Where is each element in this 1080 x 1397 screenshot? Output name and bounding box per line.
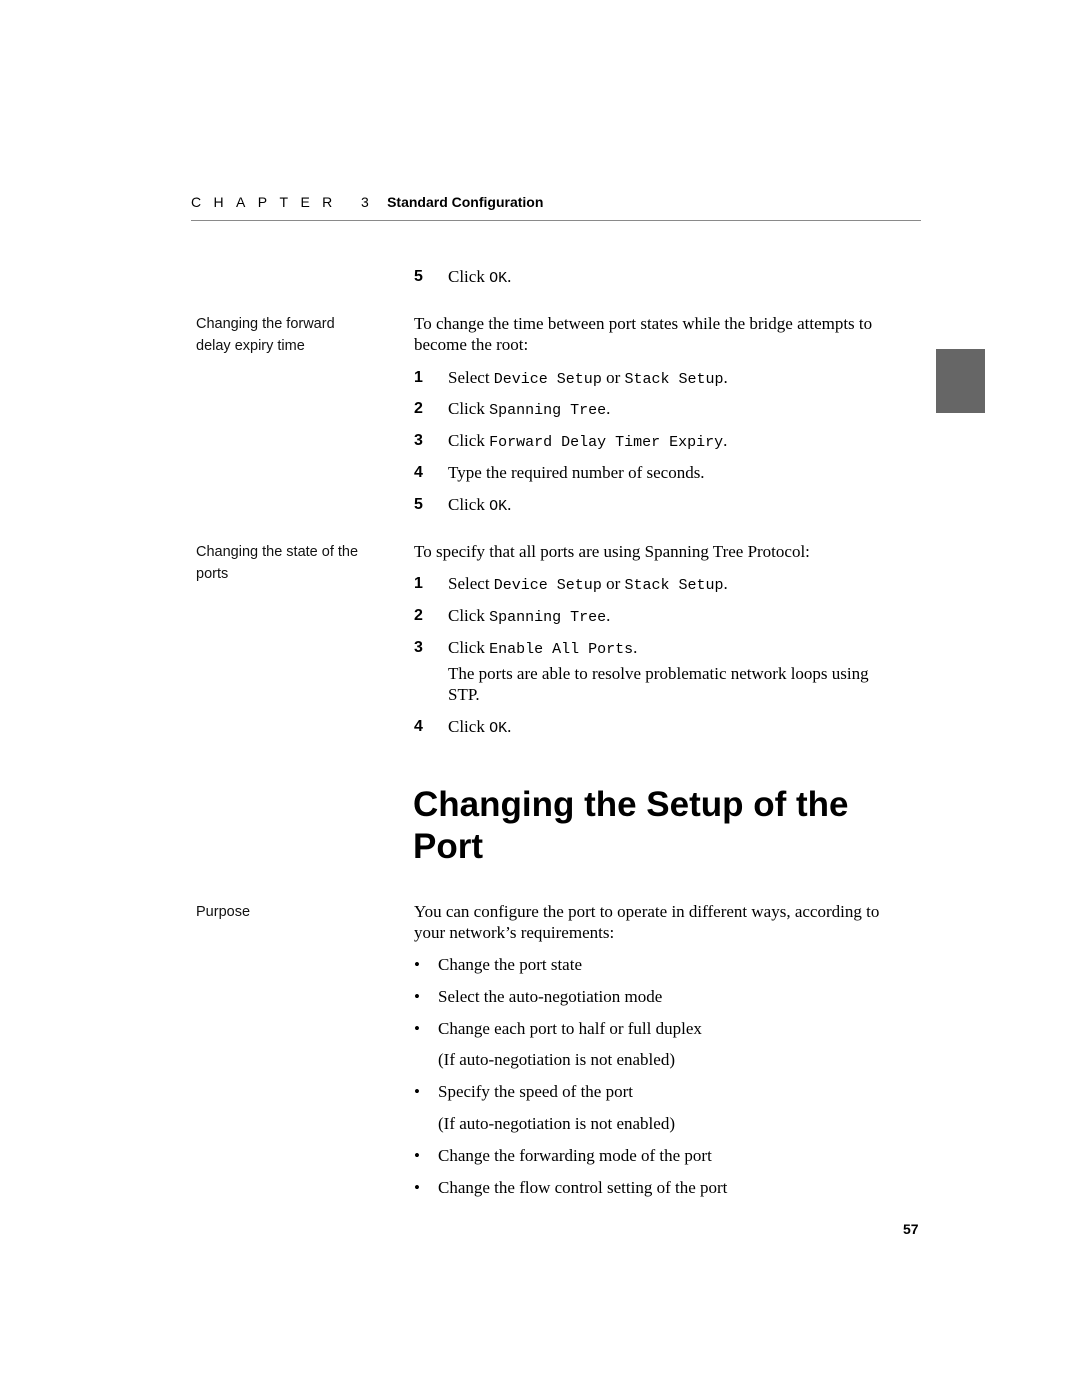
bullet-icon: • bbox=[414, 987, 420, 1006]
bullet-icon: • bbox=[414, 1146, 420, 1165]
ui-label: Enable All Ports bbox=[489, 641, 634, 658]
side-label-port-state: Changing the state of the ports bbox=[196, 544, 359, 582]
step-note: The ports are able to resolve problemati… bbox=[448, 664, 869, 704]
ui-label: OK bbox=[489, 270, 508, 287]
step-text: Select Device Setup or Stack Setup. bbox=[448, 368, 728, 388]
step-text: Select Device Setup or Stack Setup. bbox=[448, 574, 728, 594]
step-number: 4 bbox=[414, 718, 423, 735]
ui-label: Device Setup bbox=[493, 577, 602, 594]
bullet-icon: • bbox=[414, 1082, 420, 1101]
ui-label: OK bbox=[489, 498, 508, 515]
step-text: Click OK. bbox=[448, 717, 512, 737]
ui-label: Stack Setup bbox=[624, 371, 724, 388]
side-label-forward-delay: Changing the forward delay expiry time bbox=[196, 316, 335, 354]
step-number: 3 bbox=[414, 639, 423, 656]
chapter-title: Standard Configuration bbox=[387, 194, 544, 210]
step-number: 2 bbox=[414, 400, 423, 417]
page-number: 57 bbox=[903, 1221, 919, 1237]
step-number: 4 bbox=[414, 464, 423, 481]
step-text: Click OK. bbox=[448, 495, 512, 515]
side-label-purpose: Purpose bbox=[196, 904, 251, 920]
chapter-label: CHAPTER 3 bbox=[191, 194, 382, 210]
ui-label: Stack Setup bbox=[624, 577, 724, 594]
bullet-subnote: (If auto-negotiation is not enabled) bbox=[438, 1114, 675, 1133]
step-number: 1 bbox=[414, 369, 423, 386]
ui-label: Forward Delay Timer Expiry bbox=[489, 434, 724, 451]
purpose-intro: You can configure the port to operate in… bbox=[414, 902, 880, 942]
chapter-thumb-tab bbox=[936, 349, 985, 413]
section-intro: To change the time between port states w… bbox=[414, 314, 873, 354]
step-text: Click Enable All Ports. bbox=[448, 638, 638, 658]
step-text: Click Spanning Tree. bbox=[448, 399, 611, 419]
step-text: Click Forward Delay Timer Expiry. bbox=[448, 431, 728, 451]
step-text: Click Spanning Tree. bbox=[448, 606, 611, 626]
bullet-icon: • bbox=[414, 1178, 420, 1197]
section-heading: Changing the Setup of the Port bbox=[413, 785, 849, 866]
header-rule bbox=[191, 220, 921, 221]
running-header: CHAPTER 3 Standard Configuration bbox=[191, 194, 543, 210]
step-number: 2 bbox=[414, 607, 423, 624]
step-number: 5 bbox=[414, 496, 423, 513]
ui-label: Spanning Tree bbox=[489, 402, 607, 419]
step-text: Type the required number of seconds. bbox=[448, 463, 705, 482]
section-intro: To specify that all ports are using Span… bbox=[414, 542, 810, 561]
step-number: 1 bbox=[414, 575, 423, 592]
ui-label: Device Setup bbox=[493, 371, 602, 388]
bullet-icon: • bbox=[414, 1019, 420, 1038]
step-number: 3 bbox=[414, 432, 423, 449]
ui-label: OK bbox=[489, 720, 508, 737]
bullet-icon: • bbox=[414, 955, 420, 974]
step-text: Click OK. bbox=[448, 267, 512, 287]
bullet-subnote: (If auto-negotiation is not enabled) bbox=[438, 1050, 675, 1069]
step-number: 5 bbox=[414, 268, 423, 285]
ui-label: Spanning Tree bbox=[489, 609, 607, 626]
